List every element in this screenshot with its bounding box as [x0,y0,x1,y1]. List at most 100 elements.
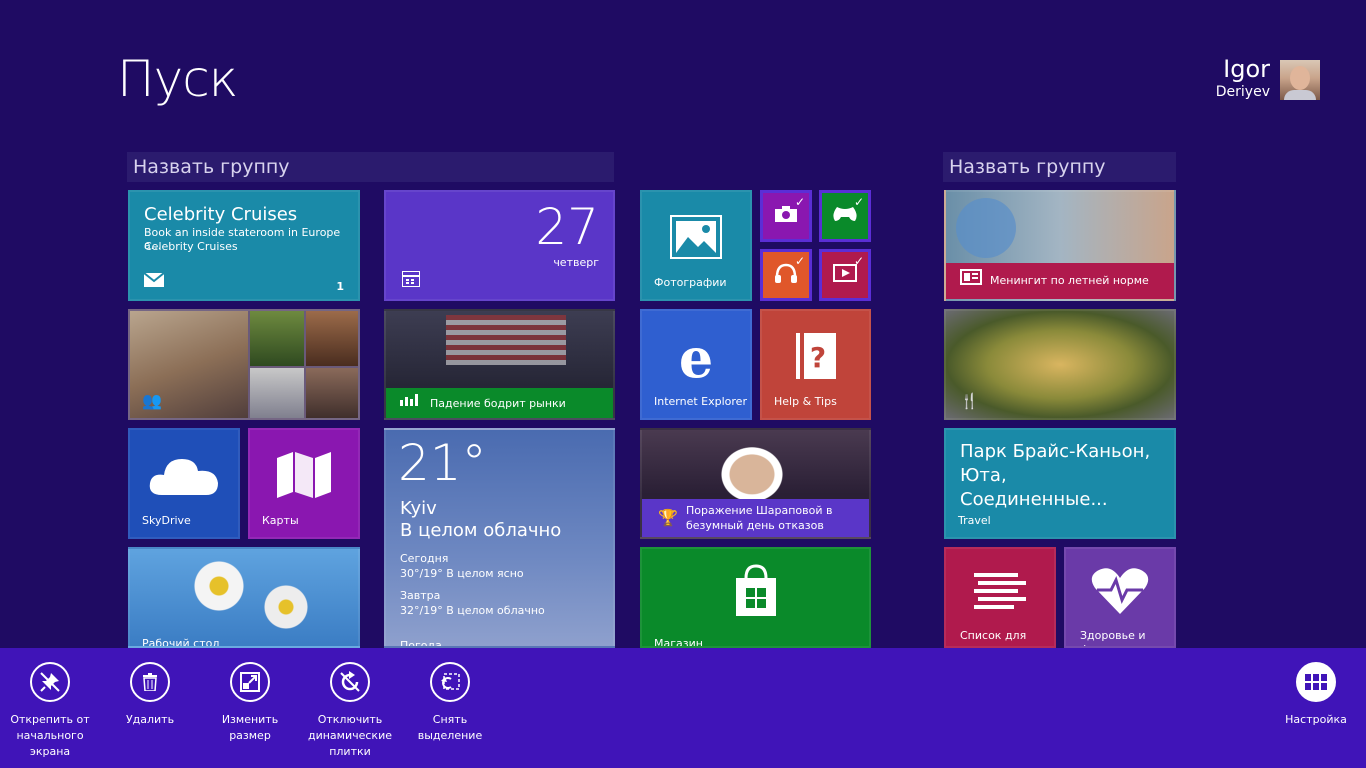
check-icon: ✓ [794,195,806,209]
tile-skydrive[interactable]: SkyDrive [128,428,240,539]
unpin-label: Открепить от начального экрана [10,713,90,758]
turn-live-tile-off-button[interactable]: Отключить динамические плитки [300,662,400,760]
weather-condition: В целом облачно [400,520,562,541]
tile-finance[interactable]: Падение бодрит рынки [384,309,615,420]
user-first-name: Igor [1223,55,1270,83]
tile-help[interactable]: ? Help & Tips [760,309,871,420]
mail-title: Celebrity Cruises [144,204,298,225]
weather-tomorrow-label: Завтра [400,589,441,602]
resize-icon [230,662,270,702]
people-photo-4 [250,368,304,418]
maps-label: Карты [262,514,299,527]
finance-label: Падение бодрит рынки [430,397,566,410]
news-label: Менингит по летней норме [990,274,1149,287]
people-photo-2 [250,311,304,366]
check-icon: ✓ [853,254,865,268]
app-bar: Открепить от начального экрана Удалить И… [0,648,1366,768]
daisy-image-2 [264,585,308,629]
weather-today-value: 30°/19° В целом ясно [400,567,524,580]
weather-label: Погода [400,639,442,648]
group-header-1[interactable]: Назвать группу [127,152,614,182]
camera-icon [775,206,797,226]
check-icon: ✓ [853,195,865,209]
check-icon: ✓ [794,254,806,268]
tile-music[interactable]: ✓ [760,249,812,301]
tile-health[interactable]: Здоровье и фитнес [1064,547,1176,648]
tile-reading-list[interactable]: Список для чтения [944,547,1056,648]
tile-news[interactable]: Менингит по летней норме [944,190,1176,301]
weather-tomorrow-value: 32°/19° В целом облачно [400,604,545,617]
people-icon: 👥 [142,391,162,410]
customize-icon [1296,662,1336,702]
mail-icon [143,272,165,291]
tile-ie[interactable]: e Internet Explorer [640,309,752,420]
delete-button[interactable]: Удалить [100,662,200,728]
tile-camera[interactable]: ✓ [760,190,812,242]
clear-selection-button[interactable]: Снять выделение [400,662,500,744]
heart-icon [1091,566,1149,620]
tile-sports[interactable]: 🏆 Поражение Шараповой в безумный день от… [640,428,871,539]
cloud-icon [148,453,220,501]
user-account[interactable]: Igor Deriyev [1216,55,1270,101]
tile-video[interactable]: ✓ [819,249,871,301]
travel-label: Travel [958,514,991,527]
tile-food[interactable]: 🍴 [944,309,1176,420]
photos-label: Фотографии [654,276,727,289]
customize-button[interactable]: Настройка [1266,662,1366,728]
news-photo [956,198,1016,258]
tile-mail[interactable]: Celebrity Cruises Book an inside statero… [128,190,360,301]
group-header-2[interactable]: Назвать группу [943,152,1176,182]
tile-store[interactable]: Магазин [640,547,871,648]
clear-selection-label: Снять выделение [417,713,483,742]
weather-today-label: Сегодня [400,552,449,565]
trophy-icon: 🏆 [658,508,678,527]
store-bag-icon [732,564,780,620]
sports-label: Поражение Шараповой в безумный день отка… [686,504,833,532]
mail-count: 1 [336,280,344,293]
weather-city: Kyiv [400,498,437,519]
customize-label: Настройка [1285,713,1347,726]
unpin-button[interactable]: Открепить от начального экрана [0,662,100,760]
calendar-weekday: четверг [553,256,599,269]
avatar[interactable] [1280,60,1320,100]
food-icon: 🍴 [960,392,979,410]
reading-list-label: Список для чтения [960,629,1027,646]
tile-maps[interactable]: Карты [248,428,360,539]
desktop-label: Рабочий стол [142,637,220,648]
svg-text:?: ? [809,341,825,374]
travel-title: Парк Брайс-Каньон, Юта, Соединенные... [960,441,1151,510]
daisy-image [194,561,244,611]
user-last-name: Deriyev [1215,84,1270,100]
trash-icon [130,662,170,702]
sports-photo [702,430,802,504]
reading-list-icon [974,572,1026,613]
tile-desktop[interactable]: Рабочий стол [128,547,360,648]
tile-travel[interactable]: Парк Брайс-Каньон, Юта, Соединенные... T… [944,428,1176,539]
resize-button[interactable]: Изменить размер [200,662,300,744]
ie-label: Internet Explorer [654,395,747,408]
map-icon [275,450,333,504]
tile-calendar[interactable]: 27 четверг [384,190,615,301]
skydrive-label: SkyDrive [142,514,191,527]
clear-selection-icon [430,662,470,702]
mail-line2: Celebrity Cruises [144,240,238,253]
tile-weather[interactable]: 21° Kyiv В целом облачно Сегодня 30°/19°… [384,428,615,648]
health-label: Здоровье и фитнес [1080,629,1146,646]
help-book-icon: ? [794,331,838,385]
tile-people[interactable]: 👥 [128,309,360,420]
tile-games[interactable]: ✓ [819,190,871,242]
calendar-icon [401,270,421,291]
ie-icon: e [678,326,714,391]
delete-label: Удалить [125,713,175,726]
store-label: Магазин [654,637,703,648]
flag-image [446,315,566,365]
chart-icon [400,391,420,410]
calendar-day: 27 [535,198,599,256]
photo-icon [670,215,722,263]
tile-photos[interactable]: Фотографии [640,190,752,301]
weather-temp: 21° [398,434,487,492]
newspaper-icon [960,269,982,289]
unpin-icon [30,662,70,702]
live-tile-off-icon [330,662,370,702]
start-title: Пуск [117,50,238,108]
